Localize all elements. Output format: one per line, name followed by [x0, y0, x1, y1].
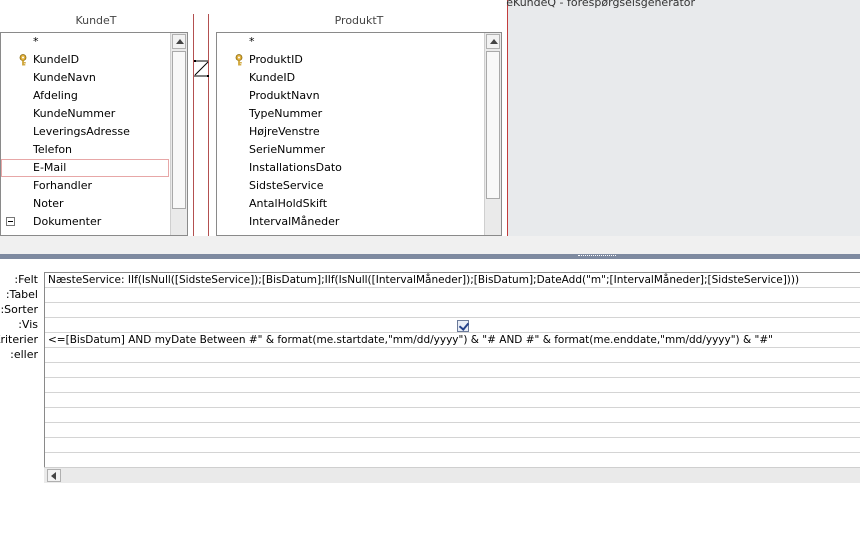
field-label: KundeNavn: [33, 71, 96, 84]
field-label: Noter: [33, 197, 64, 210]
grid-row-empty[interactable]: [45, 408, 860, 423]
field-label: LeveringsAdresse: [33, 125, 130, 138]
grid-row-empty[interactable]: [45, 363, 860, 378]
field-label: Dokumenter: [33, 215, 102, 228]
field-label: InstallationsDato: [249, 161, 342, 174]
table-title-kundet: KundeT: [75, 14, 117, 27]
scroll-up-arrow-icon[interactable]: [486, 34, 500, 49]
field-item[interactable]: *: [217, 33, 483, 51]
row-label-vis: Vis:: [18, 318, 38, 331]
field-item[interactable]: SerieNummer: [217, 141, 483, 159]
field-item[interactable]: *: [1, 33, 169, 51]
scroll-thumb[interactable]: [486, 51, 500, 199]
table-produktt[interactable]: ProduktT * ProduktID KundeID ProduktNavn Typ…: [214, 0, 506, 236]
field-expression-cell[interactable]: NæsteService: IIf(IsNull([SidsteService]…: [48, 273, 799, 288]
field-item[interactable]: LeveringsAdresse: [1, 123, 169, 141]
field-item[interactable]: Dokumenter: [1, 213, 169, 231]
scroll-thumb[interactable]: [172, 51, 186, 209]
join-line[interactable]: [193, 14, 209, 236]
primary-key-icon: [19, 54, 27, 66]
criteria-cell[interactable]: <=[BisDatum] AND myDate Between #" & for…: [48, 333, 773, 348]
table-kundet[interactable]: KundeT * KundeID KundeNavn Afdeling KundeNum…: [0, 0, 192, 236]
horizontal-scrollbar[interactable]: [44, 467, 860, 483]
field-label: *: [249, 35, 255, 48]
field-label: IntervalMåneder: [249, 215, 340, 228]
table-workspace[interactable]: [507, 0, 860, 236]
field-item[interactable]: Forhandler: [1, 177, 169, 195]
field-label: E-Mail: [33, 161, 67, 174]
field-item[interactable]: E-Mail: [1, 159, 169, 177]
field-list-kundet[interactable]: * KundeID KundeNavn Afdeling KundeNummer Leve…: [0, 32, 188, 236]
grid-row-kriterier[interactable]: <=[BisDatum] AND myDate Between #" & for…: [45, 333, 860, 348]
field-label: Forhandler: [33, 179, 93, 192]
field-item[interactable]: KundeID: [1, 51, 169, 69]
grid-row-eller[interactable]: [45, 348, 860, 363]
field-label: KundeNummer: [33, 107, 116, 120]
field-item[interactable]: KundeNummer: [1, 105, 169, 123]
scroll-left-arrow-icon[interactable]: [47, 469, 61, 482]
grid-row-empty[interactable]: [45, 453, 860, 468]
row-label-sorter: Sorter:: [0, 303, 38, 316]
grid-row-empty[interactable]: [45, 378, 860, 393]
row-label-felt: Felt:: [14, 273, 38, 286]
upper-pane-bottom: [0, 236, 860, 254]
field-item[interactable]: TypeNummer: [217, 105, 483, 123]
field-item[interactable]: KundeNavn: [1, 69, 169, 87]
pane-splitter[interactable]: [0, 254, 860, 259]
field-label: AntalHoldSkift: [249, 197, 328, 210]
grid-row-empty[interactable]: [45, 393, 860, 408]
vertical-scrollbar[interactable]: [170, 33, 187, 235]
field-item[interactable]: Telefon: [1, 141, 169, 159]
grid-row-empty[interactable]: [45, 438, 860, 453]
field-item[interactable]: Afdeling: [1, 87, 169, 105]
scroll-up-arrow-icon[interactable]: [172, 34, 186, 49]
query-design-upper-pane: ProduktListeKundeQ - forespørgselsgenera…: [0, 0, 860, 254]
grid-row-empty[interactable]: [45, 423, 860, 438]
grid-row-labels: Felt: Tabel: Sorter: Vis: Kriterier: ell…: [0, 272, 44, 362]
collapse-minus-icon[interactable]: [6, 217, 15, 226]
row-label-kriterier: Kriterier:: [0, 333, 38, 346]
field-label: *: [33, 35, 39, 48]
field-label: KundeID: [33, 53, 80, 66]
field-label: ProduktNavn: [249, 89, 320, 102]
field-label: TypeNummer: [249, 107, 323, 120]
field-list-produktt[interactable]: * ProduktID KundeID ProduktNavn TypeNummer Hø…: [216, 32, 502, 236]
field-label: HøjreVenstre: [249, 125, 320, 138]
grid-row-vis[interactable]: [45, 318, 860, 333]
field-label: ProduktID: [249, 53, 303, 66]
splitter-grip-icon[interactable]: [578, 255, 616, 257]
grid-row-sorter[interactable]: [45, 303, 860, 318]
field-item[interactable]: IntervalMåneder: [217, 213, 483, 231]
field-item[interactable]: ProduktID: [217, 51, 483, 69]
field-label: Telefon: [33, 143, 73, 156]
query-design-grid[interactable]: NæsteService: IIf(IsNull([SidsteService]…: [44, 272, 860, 483]
row-label-eller: eller:: [10, 348, 38, 361]
primary-key-icon: [235, 54, 243, 66]
field-item[interactable]: AntalHoldSkift: [217, 195, 483, 213]
field-item[interactable]: KundeID: [217, 69, 483, 87]
grid-row-tabel[interactable]: [45, 288, 860, 303]
vertical-scrollbar[interactable]: [484, 33, 501, 235]
field-item[interactable]: InstallationsDato: [217, 159, 483, 177]
grid-row-felt[interactable]: NæsteService: IIf(IsNull([SidsteService]…: [45, 273, 860, 288]
field-label: SidsteService: [249, 179, 324, 192]
table-title-produktt: ProduktT: [334, 14, 384, 27]
field-item[interactable]: HøjreVenstre: [217, 123, 483, 141]
show-checkbox[interactable]: [457, 320, 469, 332]
field-label: Afdeling: [33, 89, 78, 102]
field-item[interactable]: ProduktNavn: [217, 87, 483, 105]
field-item[interactable]: Noter: [1, 195, 169, 213]
field-label: SerieNummer: [249, 143, 326, 156]
join-relationship-icon: [194, 60, 209, 77]
field-label: KundeID: [249, 71, 296, 84]
field-item[interactable]: SidsteService: [217, 177, 483, 195]
row-label-tabel: Tabel:: [5, 288, 38, 301]
